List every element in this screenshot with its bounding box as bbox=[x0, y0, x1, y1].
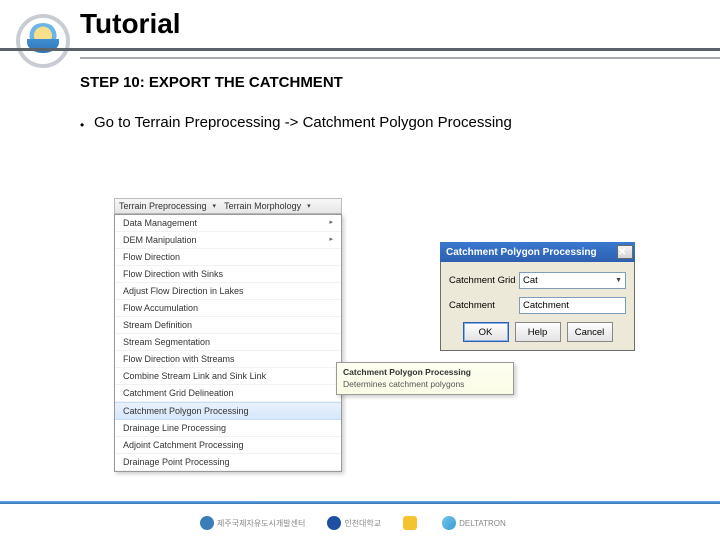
instruction-text: Go to Terrain Preprocessing -> Catchment… bbox=[94, 114, 512, 131]
step-heading: STEP 10: EXPORT THE CATCHMENT bbox=[80, 74, 343, 91]
logo-icon bbox=[200, 516, 214, 530]
footer-logo-text: 인천대학교 bbox=[344, 518, 381, 529]
menu-item[interactable]: Flow Direction with Sinks bbox=[115, 266, 341, 283]
close-icon: ✕ bbox=[618, 247, 632, 258]
dialog-row: Catchment Catchment bbox=[449, 297, 626, 314]
dialog-title: Catchment Polygon Processing bbox=[446, 247, 617, 258]
menu-item-catchment-polygon-processing[interactable]: Catchment Polygon Processing bbox=[115, 402, 341, 420]
menu-toolbar[interactable]: Terrain Preprocessing▾ Terrain Morpholog… bbox=[114, 198, 342, 214]
header-rule-thin bbox=[80, 57, 720, 59]
footer-logos: 제주국제자유도시개발센터 인천대학교 DELTATRON bbox=[200, 516, 506, 530]
help-button[interactable]: Help bbox=[515, 322, 561, 342]
dialog-titlebar[interactable]: Catchment Polygon Processing ✕ bbox=[440, 242, 635, 262]
menu-item[interactable]: Drainage Point Processing bbox=[115, 454, 341, 471]
logo-icon bbox=[327, 516, 341, 530]
footer-logo-3 bbox=[403, 516, 420, 530]
header: Tutorial bbox=[0, 0, 720, 40]
header-rule-thick bbox=[0, 48, 720, 51]
field-label-catchment: Catchment bbox=[449, 300, 519, 311]
field-value: Catchment bbox=[523, 300, 569, 311]
close-button[interactable]: ✕ bbox=[617, 245, 633, 259]
menu-item[interactable]: Catchment Grid Delineation bbox=[115, 385, 341, 402]
toolbar-item-terrain-preprocessing[interactable]: Terrain Preprocessing bbox=[115, 201, 211, 211]
footer-logo-1: 제주국제자유도시개발센터 bbox=[200, 516, 305, 530]
menu-item[interactable]: Combine Stream Link and Sink Link bbox=[115, 368, 341, 385]
field-label-catchment-grid: Catchment Grid bbox=[449, 275, 519, 286]
dropdown-arrow-icon: ▾ bbox=[209, 202, 221, 210]
footer-logo-text: DELTATRON bbox=[459, 519, 506, 528]
field-value: Cat bbox=[523, 275, 538, 286]
page-title: Tutorial bbox=[80, 8, 720, 40]
ok-button[interactable]: OK bbox=[463, 322, 509, 342]
menu-item[interactable]: Flow Direction bbox=[115, 249, 341, 266]
toolbar-item-terrain-morphology[interactable]: Terrain Morphology bbox=[220, 201, 305, 211]
dialog-catchment-polygon-processing: Catchment Polygon Processing ✕ Catchment… bbox=[440, 242, 635, 351]
menu-tooltip: Catchment Polygon Processing Determines … bbox=[336, 362, 514, 395]
menu-item[interactable]: Drainage Line Processing bbox=[115, 420, 341, 437]
menu-item[interactable]: DEM Manipulation bbox=[115, 232, 341, 249]
dropdown-arrow-icon: ▾ bbox=[303, 202, 315, 210]
menu-item[interactable]: Data Management bbox=[115, 215, 341, 232]
menu-item[interactable]: Flow Accumulation bbox=[115, 300, 341, 317]
dialog-body: Catchment Grid Cat ▼ Catchment Catchment … bbox=[440, 262, 635, 351]
footer-logo-2: 인천대학교 bbox=[327, 516, 381, 530]
menu-panel: Data Management DEM Manipulation Flow Di… bbox=[114, 214, 342, 472]
menu-item[interactable]: Flow Direction with Streams bbox=[115, 351, 341, 368]
tooltip-title: Catchment Polygon Processing bbox=[337, 365, 513, 379]
field-input-catchment[interactable]: Catchment bbox=[519, 297, 626, 314]
field-input-catchment-grid[interactable]: Cat ▼ bbox=[519, 272, 626, 289]
footer-logo-text: 제주국제자유도시개발센터 bbox=[217, 518, 305, 529]
footer-rule bbox=[0, 501, 720, 504]
footer-logo-4: DELTATRON bbox=[442, 516, 506, 530]
menu-screenshot: Terrain Preprocessing▾ Terrain Morpholog… bbox=[114, 198, 342, 472]
bullet-glyph: • bbox=[80, 118, 84, 132]
dialog-button-row: OK Help Cancel bbox=[449, 322, 626, 342]
menu-item[interactable]: Adjoint Catchment Processing bbox=[115, 437, 341, 454]
logo-icon bbox=[442, 516, 456, 530]
cancel-button[interactable]: Cancel bbox=[567, 322, 613, 342]
logo-icon bbox=[403, 516, 417, 530]
menu-item[interactable]: Adjust Flow Direction in Lakes bbox=[115, 283, 341, 300]
chevron-down-icon: ▼ bbox=[615, 277, 622, 284]
tooltip-desc: Determines catchment polygons bbox=[337, 379, 513, 392]
dialog-row: Catchment Grid Cat ▼ bbox=[449, 272, 626, 289]
menu-item[interactable]: Stream Definition bbox=[115, 317, 341, 334]
menu-item[interactable]: Stream Segmentation bbox=[115, 334, 341, 351]
